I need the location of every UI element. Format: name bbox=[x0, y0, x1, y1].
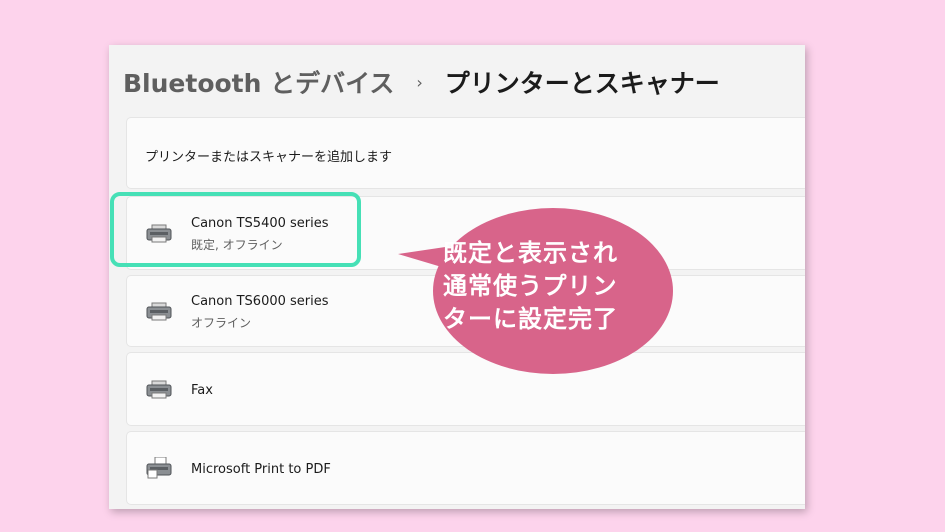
callout-line: 既定と表示され bbox=[443, 239, 618, 267]
callout-line: 通常使うプリン bbox=[443, 272, 618, 300]
callout-text: 既定と表示され 通常使うプリン ターに設定完了 bbox=[443, 237, 683, 336]
callout-line: ターに設定完了 bbox=[443, 305, 618, 333]
